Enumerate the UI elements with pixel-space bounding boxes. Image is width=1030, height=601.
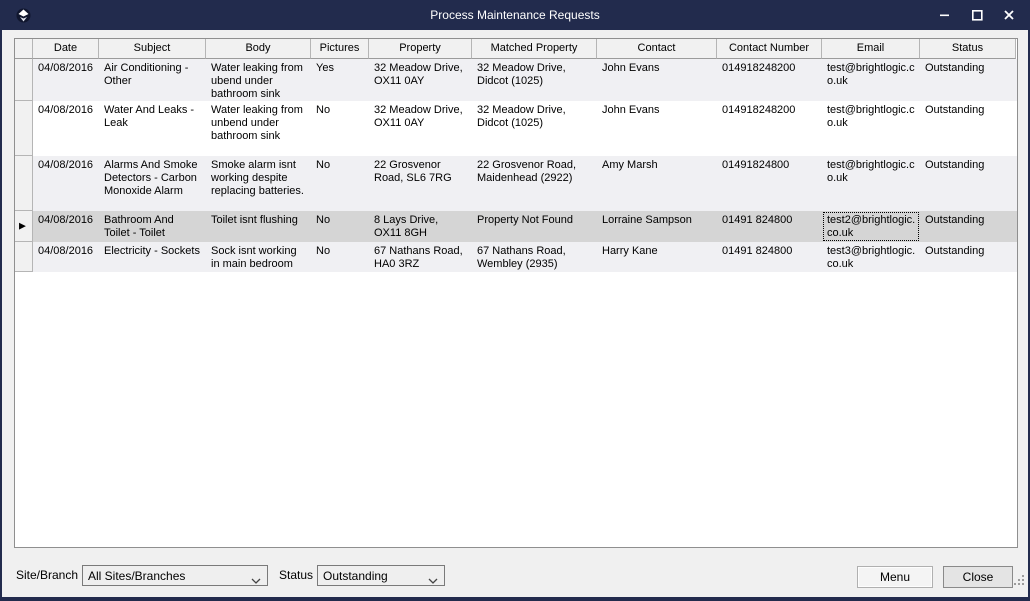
window-controls: [929, 0, 1025, 30]
row-selector-arrow-icon: ▶: [19, 222, 26, 231]
column-header-contact[interactable]: Contact: [597, 39, 717, 59]
cell-email[interactable]: test@brightlogic.co.uk: [822, 101, 920, 156]
cell-contact[interactable]: Amy Marsh: [597, 156, 717, 211]
cell-date[interactable]: 04/08/2016: [33, 101, 99, 156]
grid-row-2[interactable]: 04/08/2016Water And Leaks - LeakWater le…: [15, 101, 1017, 156]
menu-button[interactable]: Menu: [857, 566, 933, 588]
column-header-email[interactable]: Email: [822, 39, 920, 59]
cell-pictures[interactable]: No: [311, 101, 369, 156]
grid-row-4[interactable]: ▶ 04/08/2016Bathroom And Toilet - ToiletT…: [15, 211, 1017, 242]
cell-property[interactable]: 22 Grosvenor Road, SL6 7RG: [369, 156, 472, 211]
grid-row-1[interactable]: 04/08/2016Air Conditioning - OtherWater …: [15, 59, 1017, 101]
cell-pictures[interactable]: Yes: [311, 59, 369, 101]
cell-property[interactable]: 8 Lays Drive, OX11 8GH: [369, 211, 472, 242]
cell-email[interactable]: test@brightlogic.co.uk: [822, 59, 920, 101]
column-header-matched_property[interactable]: Matched Property: [472, 39, 597, 59]
column-header-contact_number[interactable]: Contact Number: [717, 39, 822, 59]
column-header-status[interactable]: Status: [920, 39, 1016, 59]
column-header-property[interactable]: Property: [369, 39, 472, 59]
cell-subject[interactable]: Bathroom And Toilet - Toilet: [99, 211, 206, 242]
cell-contact[interactable]: John Evans: [597, 101, 717, 156]
cell-status[interactable]: Outstanding: [920, 242, 1016, 272]
cell-contact_number[interactable]: 01491824800: [717, 156, 822, 211]
titlebar: Process Maintenance Requests: [0, 0, 1030, 30]
minimize-icon: [940, 10, 950, 20]
row-header[interactable]: [15, 156, 33, 211]
cell-date[interactable]: 04/08/2016: [33, 59, 99, 101]
cell-matched_property[interactable]: Property Not Found: [472, 211, 597, 242]
maximize-icon: [972, 10, 983, 21]
cell-pictures[interactable]: No: [311, 211, 369, 242]
close-button-titlebar[interactable]: [993, 0, 1025, 30]
cell-contact[interactable]: John Evans: [597, 59, 717, 101]
cell-status[interactable]: Outstanding: [920, 59, 1016, 101]
window-title: Process Maintenance Requests: [0, 0, 1030, 30]
cell-body[interactable]: Toilet isnt flushing: [206, 211, 311, 242]
grid-row-3[interactable]: 04/08/2016Alarms And Smoke Detectors - C…: [15, 156, 1017, 211]
bottom-bar: Site/Branch All Sites/Branches Status Ou…: [2, 560, 1028, 593]
cell-status[interactable]: Outstanding: [920, 156, 1016, 211]
cell-contact[interactable]: Lorraine Sampson: [597, 211, 717, 242]
cell-body[interactable]: Sock isnt working in main bedroom: [206, 242, 311, 272]
cell-date[interactable]: 04/08/2016: [33, 211, 99, 242]
status-label: Status: [279, 568, 313, 582]
cell-email[interactable]: test@brightlogic.co.uk: [822, 156, 920, 211]
cell-pictures[interactable]: No: [311, 242, 369, 272]
site-branch-value: All Sites/Branches: [88, 569, 185, 583]
cell-body[interactable]: Smoke alarm isnt working despite replaci…: [206, 156, 311, 211]
row-header[interactable]: [15, 242, 33, 272]
cell-email[interactable]: test2@brightlogic.co.uk: [822, 211, 920, 242]
grid-header-row: DateSubjectBodyPicturesPropertyMatched P…: [15, 39, 1017, 59]
column-header-pictures[interactable]: Pictures: [311, 39, 369, 59]
maintenance-requests-grid: DateSubjectBodyPicturesPropertyMatched P…: [14, 38, 1018, 548]
site-branch-combobox[interactable]: All Sites/Branches: [82, 565, 268, 586]
close-icon: [1004, 10, 1014, 20]
cell-pictures[interactable]: No: [311, 156, 369, 211]
cell-property[interactable]: 32 Meadow Drive, OX11 0AY: [369, 101, 472, 156]
cell-status[interactable]: Outstanding: [920, 211, 1016, 242]
cell-contact[interactable]: Harry Kane: [597, 242, 717, 272]
cell-email[interactable]: test3@brightlogic.co.uk: [822, 242, 920, 272]
cell-subject[interactable]: Air Conditioning - Other: [99, 59, 206, 101]
column-header-date[interactable]: Date: [33, 39, 99, 59]
site-branch-label: Site/Branch: [16, 568, 78, 582]
minimize-button[interactable]: [929, 0, 961, 30]
cell-subject[interactable]: Alarms And Smoke Detectors - Carbon Mono…: [99, 156, 206, 211]
cell-matched_property[interactable]: 67 Nathans Road, Wembley (2935): [472, 242, 597, 272]
cell-property[interactable]: 67 Nathans Road, HA0 3RZ: [369, 242, 472, 272]
row-header-selected[interactable]: ▶: [15, 211, 33, 242]
app-window: Process Maintenance Requests DateSubject…: [0, 0, 1030, 601]
cell-property[interactable]: 32 Meadow Drive, OX11 0AY: [369, 59, 472, 101]
chevron-down-icon: [428, 573, 438, 587]
cell-contact_number[interactable]: 014918248200: [717, 59, 822, 101]
resize-grip-icon[interactable]: [1013, 573, 1025, 591]
cell-body[interactable]: Water leaking from ubend under bathroom …: [206, 59, 311, 101]
status-value: Outstanding: [323, 569, 388, 583]
cell-status[interactable]: Outstanding: [920, 101, 1016, 156]
status-combobox[interactable]: Outstanding: [317, 565, 445, 586]
column-header-body[interactable]: Body: [206, 39, 311, 59]
chevron-down-icon: [251, 573, 261, 587]
grid-corner-cell[interactable]: [15, 39, 33, 59]
grid-row-5[interactable]: 04/08/2016Electricity - SocketsSock isnt…: [15, 242, 1017, 272]
cell-subject[interactable]: Electricity - Sockets: [99, 242, 206, 272]
cell-date[interactable]: 04/08/2016: [33, 242, 99, 272]
cell-body[interactable]: Water leaking from unbend under bathroom…: [206, 101, 311, 156]
cell-contact_number[interactable]: 01491 824800: [717, 242, 822, 272]
maximize-button[interactable]: [961, 0, 993, 30]
cell-matched_property[interactable]: 32 Meadow Drive, Didcot (1025): [472, 101, 597, 156]
row-header[interactable]: [15, 59, 33, 101]
cell-matched_property[interactable]: 22 Grosvenor Road, Maidenhead (2922): [472, 156, 597, 211]
close-button[interactable]: Close: [943, 566, 1013, 588]
cell-contact_number[interactable]: 01491 824800: [717, 211, 822, 242]
row-header[interactable]: [15, 101, 33, 156]
cell-date[interactable]: 04/08/2016: [33, 156, 99, 211]
column-header-subject[interactable]: Subject: [99, 39, 206, 59]
cell-subject[interactable]: Water And Leaks - Leak: [99, 101, 206, 156]
cell-matched_property[interactable]: 32 Meadow Drive, Didcot (1025): [472, 59, 597, 101]
cell-contact_number[interactable]: 014918248200: [717, 101, 822, 156]
